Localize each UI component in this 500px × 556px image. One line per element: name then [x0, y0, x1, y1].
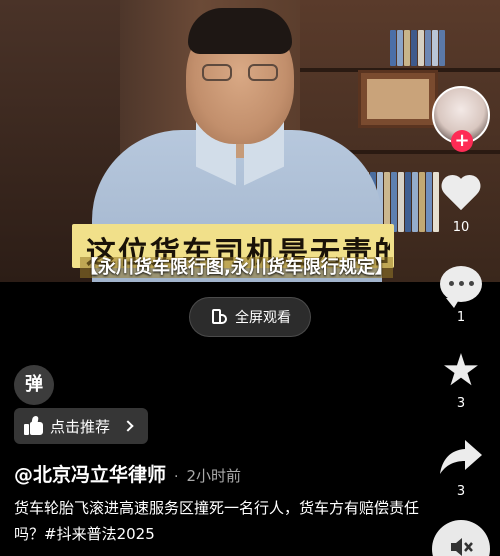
separator-dot: · — [174, 469, 179, 485]
comment-icon — [440, 266, 482, 308]
author-row: @北京冯立华律师 · 2小时前 — [14, 460, 241, 487]
author-name[interactable]: @北京冯立华律师 — [14, 460, 166, 487]
certificate-plaque — [358, 70, 438, 128]
heart-icon — [440, 176, 482, 216]
chevron-right-icon — [122, 420, 134, 432]
like-count: 10 — [452, 220, 470, 235]
follow-plus-icon[interactable]: + — [451, 130, 473, 152]
sound-toggle-button[interactable] — [432, 520, 490, 556]
recommend-button[interactable]: 点击推荐 — [14, 408, 148, 444]
like-button[interactable]: 10 — [436, 176, 486, 235]
favorite-button[interactable]: ★ 3 — [436, 345, 486, 412]
post-time: 2小时前 — [186, 467, 242, 485]
books — [390, 30, 446, 66]
recommend-label: 点击推荐 — [50, 417, 111, 436]
video-player[interactable]: 这位货车司机是无责的 — [0, 0, 500, 282]
fullscreen-button[interactable]: 全屏观看 — [189, 297, 311, 337]
star-icon: ★ — [441, 345, 481, 396]
share-count: 3 — [456, 484, 466, 499]
glasses — [200, 64, 282, 82]
share-arrow-icon — [440, 440, 482, 474]
favorite-count: 3 — [456, 396, 466, 411]
thumbs-up-icon — [24, 416, 44, 436]
comment-count: 1 — [456, 310, 466, 325]
fullscreen-label: 全屏观看 — [235, 310, 291, 326]
video-description: 货车轮胎飞滚进高速服务区撞死一名行人，货车方有赔偿责任吗？#抖来普法2025 — [14, 499, 420, 543]
fullscreen-phone-icon — [209, 308, 227, 326]
video-title: 【永川货车限行图,永川货车限行规定】 — [80, 257, 393, 278]
comment-button[interactable]: 1 — [436, 266, 486, 325]
author-avatar-group[interactable]: + — [432, 86, 490, 152]
muted-speaker-icon — [451, 538, 473, 556]
share-button[interactable]: 3 — [436, 438, 486, 499]
danmaku-toggle-button[interactable]: 弹 — [14, 365, 54, 405]
presenter-hair — [188, 8, 292, 54]
